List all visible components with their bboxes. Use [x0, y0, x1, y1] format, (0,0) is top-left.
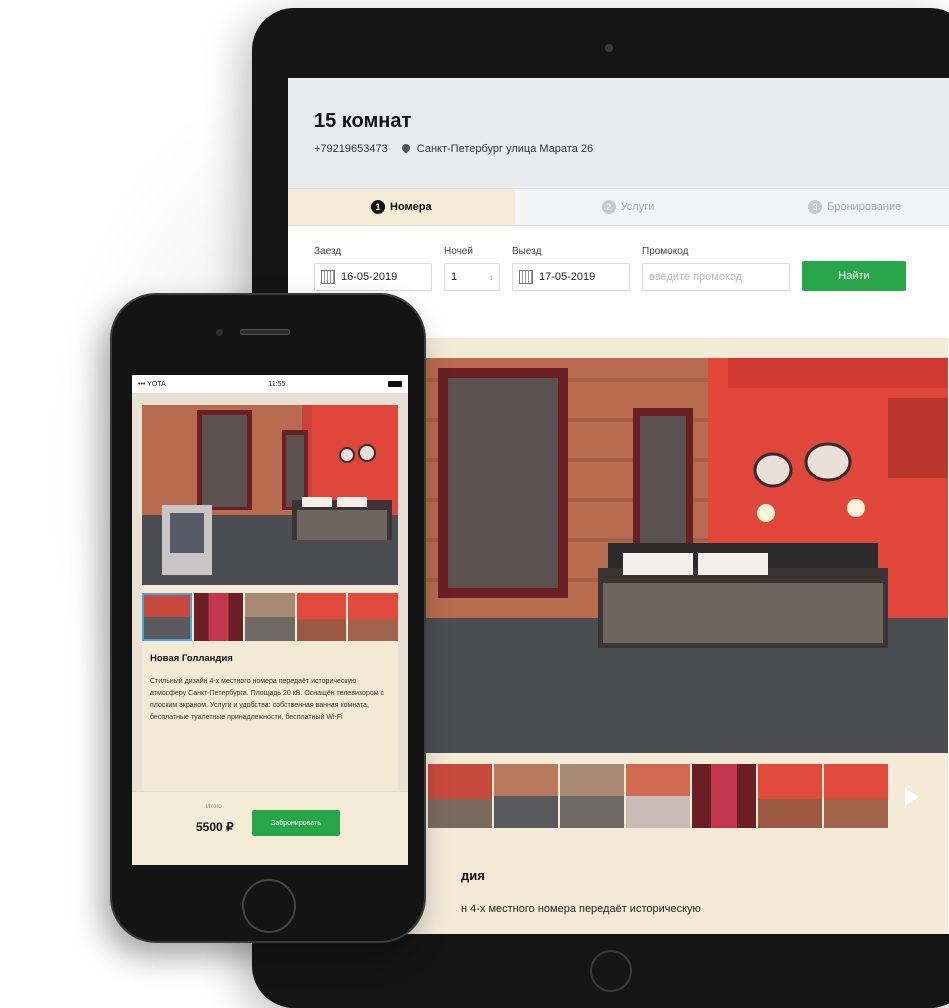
room-thumbnail[interactable] — [692, 764, 756, 828]
tablet-camera — [605, 44, 613, 52]
hotel-address: Санкт-Петербург улица Марата 26 — [400, 142, 594, 155]
step-number-icon: 2 — [601, 200, 616, 214]
phone-device: ••• YOTA 11:55 Новая Голландия Стильный … — [110, 293, 426, 943]
total-price: 5500 ₽ — [196, 820, 234, 834]
hotel-title: 15 комнат — [314, 110, 412, 132]
nights-label: Ночей — [444, 246, 473, 257]
signal-icon: ••• — [138, 380, 148, 388]
room-thumbnail[interactable] — [626, 764, 690, 828]
promo-field: Промокод введите промокод — [642, 246, 790, 291]
phone-home-button[interactable] — [242, 879, 296, 933]
search-form: Заезд 16-05-2019 Ночей 1 ↕ Выезд 17-05-2… — [288, 226, 949, 291]
step-rooms[interactable]: 1 Номера — [288, 189, 515, 225]
checkin-input[interactable]: 16-05-2019 — [314, 263, 432, 291]
step-booking[interactable]: 3 Бронирование — [741, 189, 949, 225]
stepper-arrows-icon[interactable]: ↕ — [489, 273, 493, 282]
room-thumbnail[interactable] — [245, 593, 295, 641]
nights-value: 1 — [451, 271, 458, 283]
room-description: н 4-х местного номера передаёт историчес… — [461, 903, 701, 915]
room-thumbnail[interactable] — [348, 593, 398, 641]
room-thumbnail[interactable] — [494, 764, 558, 828]
room-name: дия — [461, 868, 485, 883]
status-time: 11:55 — [268, 380, 286, 388]
total-label: Итого — [206, 804, 222, 810]
nights-stepper[interactable]: 1 ↕ — [444, 263, 500, 291]
room-thumbnail[interactable] — [296, 593, 347, 641]
promo-label: Промокод — [642, 246, 689, 257]
booking-steps: 1 Номера 2 Услуги 3 Бронирование — [288, 188, 949, 226]
room-photo[interactable] — [142, 405, 398, 585]
room-thumbnails — [142, 593, 398, 641]
room-thumbnail[interactable] — [142, 593, 192, 641]
checkout-label: Выезд — [512, 246, 542, 257]
checkout-field: Выезд 17-05-2019 — [512, 246, 630, 291]
step-label: Услуги — [620, 201, 655, 213]
carrier-name: YOTA — [147, 380, 166, 388]
room-thumbnail[interactable] — [824, 764, 888, 828]
room-thumbnail[interactable] — [758, 764, 822, 828]
room-thumbnail[interactable] — [560, 764, 624, 828]
booking-footer: Итого 5500 ₽ Забронировать — [132, 791, 408, 865]
phone-speaker — [240, 329, 290, 335]
phone-screen: ••• YOTA 11:55 Новая Голландия Стильный … — [132, 375, 408, 865]
checkin-value: 16-05-2019 — [341, 271, 398, 283]
status-bar: ••• YOTA 11:55 — [132, 375, 408, 393]
battery-icon — [388, 381, 402, 387]
next-arrow-icon[interactable] — [905, 788, 919, 806]
nights-field: Ночей 1 ↕ — [444, 246, 500, 291]
promo-input[interactable]: введите промокод — [642, 263, 790, 291]
checkin-label: Заезд — [314, 246, 342, 257]
step-label: Бронирование — [827, 201, 902, 213]
room-thumbnail[interactable] — [193, 593, 244, 641]
calendar-icon — [321, 270, 335, 284]
room-thumbnails — [428, 764, 888, 828]
location-pin-icon — [400, 142, 412, 154]
room-description: Стильный дизайн 4-х местного номера пере… — [150, 678, 384, 721]
room-name: Новая Голландия — [150, 653, 233, 664]
room-thumbnail[interactable] — [428, 764, 492, 828]
find-button[interactable]: Найти — [802, 261, 906, 291]
checkout-input[interactable]: 17-05-2019 — [512, 263, 630, 291]
calendar-icon — [519, 270, 533, 284]
hotel-phone[interactable]: +79219653473 — [314, 143, 388, 155]
room-photo-illustration — [142, 405, 398, 585]
step-label: Номера — [390, 201, 432, 213]
hotel-address-text: Санкт-Петербург улица Марата 26 — [416, 143, 594, 155]
hotel-contacts: +79219653473 Санкт-Петербург улица Марат… — [314, 142, 942, 155]
step-number-icon: 3 — [808, 200, 823, 214]
promo-placeholder: введите промокод — [649, 271, 743, 283]
book-button[interactable]: Забронировать — [252, 810, 340, 836]
checkout-value: 17-05-2019 — [539, 271, 596, 283]
step-number-icon: 1 — [371, 200, 386, 214]
tablet-home-button[interactable] — [590, 950, 632, 992]
carrier-label: ••• YOTA — [138, 381, 166, 388]
checkin-field: Заезд 16-05-2019 — [314, 246, 432, 291]
phone-camera — [216, 329, 223, 336]
step-services[interactable]: 2 Услуги — [515, 189, 742, 225]
hotel-header: 15 комнат +79219653473 Санкт-Петербург у… — [288, 78, 949, 188]
